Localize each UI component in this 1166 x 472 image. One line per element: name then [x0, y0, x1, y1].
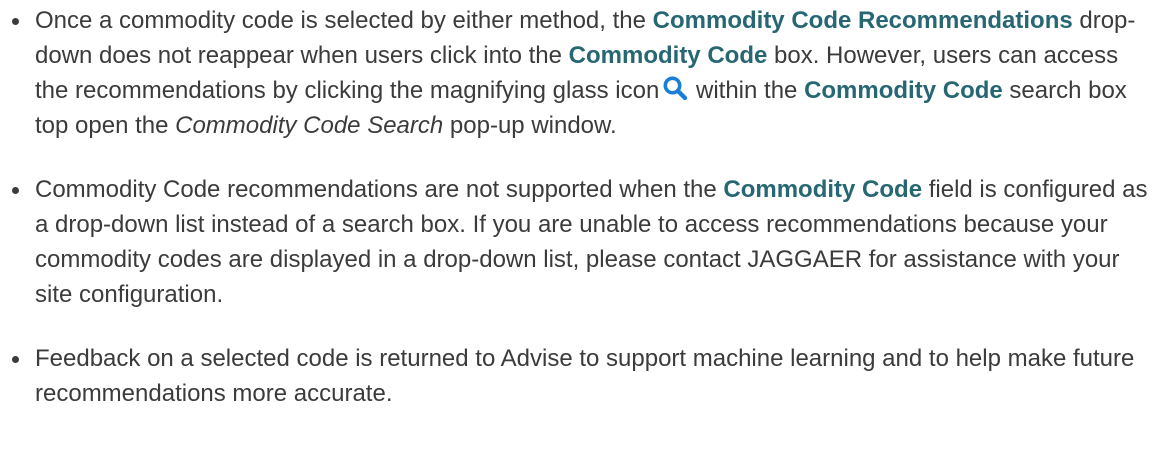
bullet-item: Once a commodity code is selected by eit…: [12, 0, 1157, 143]
bullet-dot: [12, 356, 19, 363]
bold-term: Commodity Code: [568, 42, 768, 69]
document-page: Once a commodity code is selected by eit…: [0, 0, 1166, 472]
bullet-dot: [12, 187, 19, 194]
bold-term: Commodity Code Recommendations: [652, 7, 1073, 34]
body-text: Commodity Code recommendations are not s…: [35, 176, 724, 203]
bullet-list: Once a commodity code is selected by eit…: [12, 0, 1157, 440]
body-text: Feedback on a selected code is returned …: [35, 345, 1135, 407]
bold-term: Commodity Code: [804, 77, 1003, 104]
body-text: pop-up window.: [443, 112, 617, 139]
bullet-dot: [12, 18, 19, 25]
bullet-item: Feedback on a selected code is returned …: [12, 341, 1157, 411]
bold-term: Commodity Code: [723, 176, 923, 203]
body-text: Once a commodity code is selected by eit…: [35, 7, 653, 34]
bullet-item: Commodity Code recommendations are not s…: [12, 172, 1157, 312]
body-text: within the: [689, 77, 805, 104]
magnifying-glass-icon: [662, 75, 688, 101]
italic-term: Commodity Code Search: [175, 112, 444, 139]
